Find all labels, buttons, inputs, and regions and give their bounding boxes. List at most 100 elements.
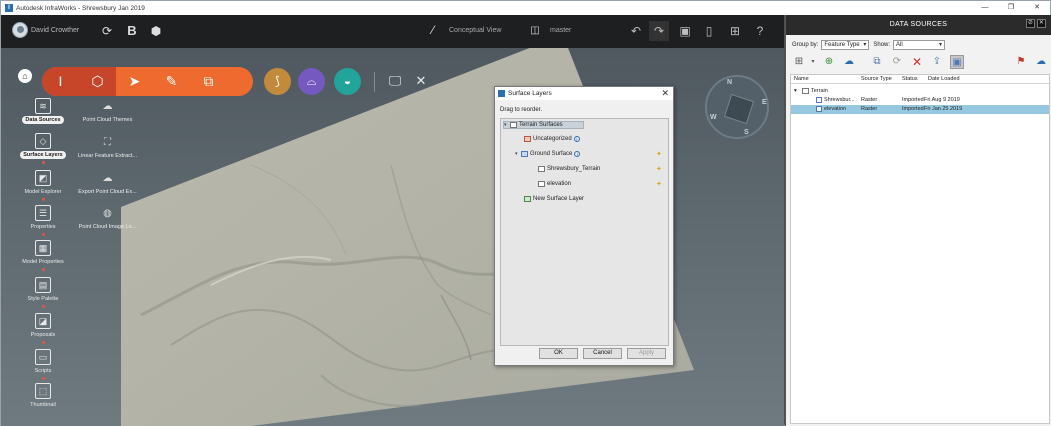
palette-surface-layers[interactable]: ◇ Surface Layers: [12, 133, 74, 164]
tree-node-ground-surface[interactable]: ▾ Ground Surface i: [515, 151, 581, 157]
palette-scripts[interactable]: ▭ Scripts: [12, 349, 74, 380]
tree-node-terrain-surfaces[interactable]: ▾ Terrain Surfaces: [503, 121, 584, 129]
data-sources-table: Name Source Type Status Date Loaded ▾ Te…: [790, 74, 1050, 424]
create-manage-icon[interactable]: ⬡: [79, 67, 116, 96]
row-name: elevation: [824, 106, 847, 112]
table-row[interactable]: Shrewsbur... Raster Imported Fri Aug 9 2…: [791, 96, 1049, 105]
panel-title: DATA SOURCES: [889, 21, 948, 28]
column-header-date-loaded[interactable]: Date Loaded: [928, 76, 960, 82]
copy-icon[interactable]: ⧉: [190, 67, 227, 96]
settings-tools-icon[interactable]: ✕: [412, 72, 430, 90]
sync-icon[interactable]: ⟳: [100, 24, 114, 38]
palette-export-point-cloud[interactable]: ☁ Export Point Cloud Ex...: [70, 172, 145, 195]
column-header-status[interactable]: Status: [902, 76, 918, 82]
group-by-select[interactable]: Feature Type: [821, 40, 870, 50]
palette-properties[interactable]: ☰ Properties: [12, 205, 74, 236]
tree-node-elevation[interactable]: elevation: [538, 181, 571, 187]
undo-icon[interactable]: ↶: [626, 21, 646, 41]
export-cloud-icon: ☁: [102, 173, 113, 184]
dialog-title-bar[interactable]: Surface Layers: [495, 87, 673, 100]
configure-icon[interactable]: ⧉: [870, 55, 884, 69]
info-icon[interactable]: i: [574, 151, 581, 157]
tree-node-shrewsbury-terrain[interactable]: Shrewsbury_Terrain: [538, 166, 600, 172]
tree-node-new-surface-layer[interactable]: New Surface Layer: [524, 196, 584, 202]
export-icon[interactable]: ⇪: [930, 55, 944, 69]
view-cube[interactable]: [723, 93, 755, 125]
row-source-type: Raster: [861, 106, 878, 112]
palette-model-explorer[interactable]: ◩ Model Explorer: [12, 170, 74, 201]
remove-icon[interactable]: ✕: [910, 55, 924, 69]
bim360-icon[interactable]: B: [125, 24, 139, 38]
compass-east: E: [762, 99, 767, 106]
pencil-icon[interactable]: ✎: [153, 67, 190, 96]
flag-icon[interactable]: ⚑: [1014, 55, 1028, 69]
group-row-terrain[interactable]: ▾ Terrain: [791, 87, 1049, 96]
close-button[interactable]: ✕: [1024, 1, 1050, 15]
show-label: Show:: [873, 42, 891, 48]
bridge-design-icon[interactable]: ⌓: [298, 68, 325, 95]
visual-style-icon[interactable]: ⁄: [426, 23, 440, 37]
visibility-bulb-icon[interactable]: ✦: [656, 166, 664, 174]
table-row-selected[interactable]: elevation Raster Imported Fri Jan 25 201…: [791, 105, 1049, 114]
point-cloud-image-icon: ◍: [103, 208, 112, 219]
palette-data-sources[interactable]: ≋ Data Sources: [12, 98, 74, 124]
view-toggle-icon[interactable]: ▣: [950, 55, 964, 69]
palette-model-properties[interactable]: ▦ Model Properties: [12, 240, 74, 271]
refresh-icon[interactable]: ⟳: [890, 55, 904, 69]
dock-icon[interactable]: ⊘: [1026, 19, 1035, 28]
home-button[interactable]: ⌂: [18, 69, 32, 83]
raster-icon: [816, 106, 822, 112]
book-icon[interactable]: ▯: [699, 21, 719, 41]
show-select[interactable]: All: [893, 40, 946, 50]
app-window: I Autodesk InfraWorks - Shrewsbury Jan 2…: [0, 0, 1051, 426]
panel-header: DATA SOURCES ⊘ ✕: [786, 15, 1051, 35]
column-header-source-type[interactable]: Source Type: [861, 76, 892, 82]
info-icon[interactable]: i: [573, 136, 580, 142]
apply-button[interactable]: Apply: [627, 348, 666, 359]
dropdown-arrow-icon[interactable]: ▾: [806, 55, 820, 69]
save-icon[interactable]: ▣: [675, 21, 695, 41]
add-file-data-source-icon[interactable]: ⊞: [792, 55, 806, 69]
add-data-source-icon[interactable]: ⊕: [822, 55, 836, 69]
grid-icon[interactable]: ⊞: [725, 21, 745, 41]
maximize-button[interactable]: ❐: [998, 1, 1024, 15]
palette-point-cloud-image[interactable]: ◍ Point Cloud Image Lo...: [70, 207, 145, 230]
minimize-button[interactable]: —: [972, 1, 998, 15]
visibility-bulb-icon[interactable]: ✦: [656, 181, 664, 189]
cloud-model-icon[interactable]: ⬢: [149, 24, 163, 38]
dialog-hint: Drag to reorder.: [500, 107, 543, 113]
drainage-design-icon[interactable]: ◒: [334, 68, 361, 95]
avatar[interactable]: [12, 22, 28, 38]
view-cube-compass[interactable]: N W E S: [705, 75, 769, 139]
palette-style-palette[interactable]: ▤ Style Palette: [12, 277, 74, 308]
view-mode-label[interactable]: Conceptual View: [449, 27, 501, 34]
panel-close-icon[interactable]: ✕: [1037, 19, 1046, 28]
surface-tree: ▾ Terrain Surfaces Uncategorized i ▾ Gro…: [500, 118, 669, 346]
palette-thumbnail[interactable]: ⬚ Thumbnail: [12, 383, 74, 409]
tree-node-uncategorized[interactable]: Uncategorized i: [524, 136, 580, 142]
data-sources-panel: DATA SOURCES ⊘ ✕ Group by: Feature Type …: [785, 15, 1051, 426]
cloud-connect-icon[interactable]: ☁: [1034, 55, 1048, 69]
ok-button[interactable]: OK: [539, 348, 578, 359]
data-sources-toolbar: ⊞ ▾ ⊕ ☁ ⧉ ⟳ ✕ ⇪ ▣ ⚑ ☁: [792, 55, 1048, 71]
palette-proposals[interactable]: ◪ Proposals: [12, 313, 74, 344]
model-builder-icon[interactable]: ☁: [842, 55, 856, 69]
present-icon[interactable]: 🖵: [386, 72, 404, 90]
select-pointer-icon[interactable]: ➤: [116, 67, 153, 96]
branch-icon[interactable]: ◫: [528, 24, 542, 38]
palette-linear-feature-extract[interactable]: ⛶ Linear Feature Extract...: [70, 136, 145, 159]
visibility-bulb-icon[interactable]: ✦: [656, 151, 664, 159]
collapse-icon[interactable]: ▾: [794, 88, 797, 94]
user-name[interactable]: David Crowther: [31, 27, 79, 34]
cancel-button[interactable]: Cancel: [583, 348, 622, 359]
help-icon[interactable]: ?: [750, 21, 770, 41]
column-header-name[interactable]: Name: [794, 76, 809, 82]
redo-icon[interactable]: ↷: [649, 21, 669, 41]
branch-label[interactable]: master: [550, 27, 571, 34]
palette-point-cloud-themes[interactable]: ☁ Point Cloud Themes: [70, 100, 145, 123]
road-design-icon[interactable]: ⟆: [264, 68, 291, 95]
build-manage-analyze-icon[interactable]: I: [42, 67, 79, 96]
raster-icon: [538, 181, 545, 187]
layers-icon: ◇: [35, 133, 51, 149]
dialog-close-icon[interactable]: ✕: [661, 88, 669, 99]
